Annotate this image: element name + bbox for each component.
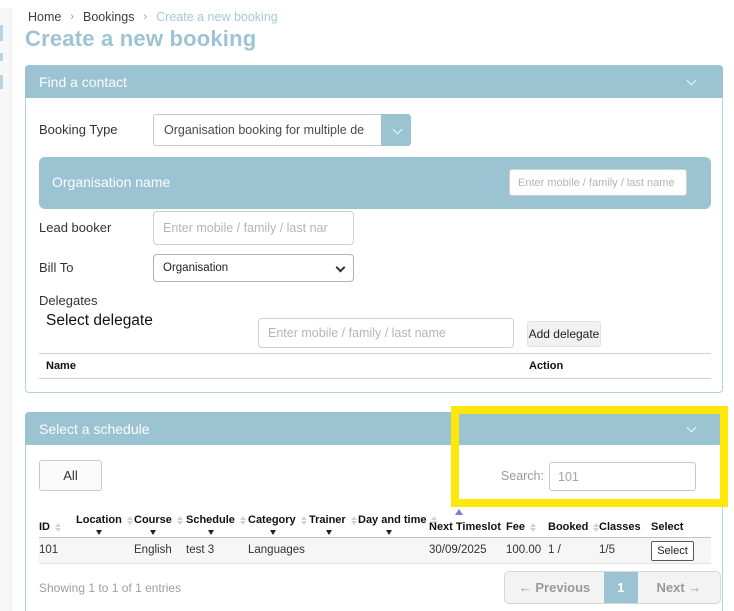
column-label: Day and time xyxy=(358,514,426,526)
divider xyxy=(39,378,711,379)
select-schedule-panel-title: Select a schedule xyxy=(39,421,150,437)
column-label: ID xyxy=(39,521,50,533)
filter-caret-icon[interactable] xyxy=(326,530,332,535)
breadcrumb-current: Create a new booking xyxy=(156,10,278,24)
table-row: 101 English test 3 Languages 30/09/2025 … xyxy=(39,538,711,564)
chevron-down-icon xyxy=(336,263,346,273)
select-schedule-panel: Select a schedule All Search: ID Locatio… xyxy=(25,412,723,611)
column-label: Trainer xyxy=(309,514,346,526)
cell-course: English xyxy=(134,544,172,556)
find-contact-panel-title: Find a contact xyxy=(39,74,127,90)
cell-schedule: test 3 xyxy=(186,544,214,556)
filter-caret-icon[interactable] xyxy=(208,530,214,535)
cell-booked: 1 / xyxy=(548,544,561,556)
select-delegate-input[interactable] xyxy=(258,318,514,348)
booking-type-value[interactable]: Organisation booking for multiple de xyxy=(153,114,381,146)
cell-category: Languages xyxy=(248,544,305,556)
organisation-name-label: Organisation name xyxy=(52,174,170,190)
organisation-search-input[interactable] xyxy=(509,169,687,196)
cell-next-timeslot: 30/09/2025 xyxy=(429,544,487,556)
search-input[interactable] xyxy=(549,462,696,491)
schedule-table-header: ID Location Course Schedule Category xyxy=(26,501,724,537)
find-contact-panel: Find a contact Booking Type Organisation… xyxy=(25,65,723,393)
pagination: ← Previous 1 Next → xyxy=(504,571,721,604)
left-strip-mark xyxy=(0,53,3,61)
sort-icons xyxy=(301,516,307,525)
add-delegate-button[interactable]: Add delegate xyxy=(527,321,601,347)
column-label: Category xyxy=(248,514,296,526)
booking-type-select[interactable]: Organisation booking for multiple de xyxy=(153,114,411,146)
bill-to-label: Bill To xyxy=(39,260,73,275)
lead-booker-label: Lead booker xyxy=(39,220,111,235)
filter-caret-icon[interactable] xyxy=(386,530,392,535)
column-header-category[interactable]: Category xyxy=(248,514,307,535)
delegates-label: Delegates xyxy=(39,293,98,308)
column-header-classes[interactable]: Classes xyxy=(599,521,641,533)
left-strip-mark xyxy=(0,75,3,89)
filter-caret-icon[interactable] xyxy=(150,530,156,535)
chevron-down-icon[interactable] xyxy=(687,76,697,86)
column-header-course[interactable]: Course xyxy=(134,514,183,535)
cell-id: 101 xyxy=(39,544,58,556)
sort-icons xyxy=(177,516,183,525)
chevron-down-icon[interactable] xyxy=(687,423,697,433)
column-header-select: Select xyxy=(651,521,683,533)
breadcrumb: Home › Bookings › Create a new booking xyxy=(28,10,278,24)
cell-classes: 1/5 xyxy=(599,544,615,556)
divider xyxy=(39,353,711,354)
find-contact-panel-header[interactable]: Find a contact xyxy=(25,65,723,98)
column-label: Course xyxy=(134,514,172,526)
column-label: Location xyxy=(76,514,122,526)
column-label: Schedule xyxy=(186,514,235,526)
left-edge-strip xyxy=(0,8,12,611)
column-header-fee[interactable]: Fee xyxy=(506,521,536,533)
breadcrumb-home[interactable]: Home xyxy=(28,10,61,24)
column-header-id[interactable]: ID xyxy=(39,521,61,533)
cell-fee: 100.00 xyxy=(506,544,541,556)
column-label: Fee xyxy=(506,521,525,533)
select-schedule-panel-header[interactable]: Select a schedule xyxy=(25,412,723,445)
pagination-next-button[interactable]: Next → xyxy=(638,572,720,603)
column-header-trainer[interactable]: Trainer xyxy=(309,514,357,535)
bill-to-select[interactable]: Organisation xyxy=(153,254,354,282)
showing-entries-text: Showing 1 to 1 of 1 entries xyxy=(39,581,181,595)
sort-icons xyxy=(55,523,61,532)
sort-icons xyxy=(351,516,357,525)
sort-icons xyxy=(530,523,536,532)
column-label: Booked xyxy=(548,521,588,533)
filter-caret-icon[interactable] xyxy=(270,530,276,535)
sorted-asc-icon xyxy=(455,509,463,515)
column-header-schedule[interactable]: Schedule xyxy=(186,514,246,535)
column-label: Next Timeslot xyxy=(429,521,501,533)
booking-type-label: Booking Type xyxy=(39,122,118,137)
column-header-day-and-time[interactable]: Day and time xyxy=(358,514,437,535)
search-label: Search: xyxy=(474,469,544,483)
pagination-page-1-button[interactable]: 1 xyxy=(604,572,638,603)
left-strip-mark xyxy=(0,25,3,41)
breadcrumb-bookings[interactable]: Bookings xyxy=(83,10,134,24)
booking-type-dropdown-button[interactable] xyxy=(381,114,411,146)
breadcrumb-separator-icon: › xyxy=(70,11,74,23)
chevron-down-icon xyxy=(393,125,403,135)
column-header-booked[interactable]: Booked xyxy=(548,521,599,533)
all-filter-button[interactable]: All xyxy=(39,460,102,491)
lead-booker-input[interactable] xyxy=(153,211,354,245)
pagination-previous-button[interactable]: ← Previous xyxy=(505,572,604,603)
organisation-name-bar: Organisation name xyxy=(39,157,711,209)
bill-to-value: Organisation xyxy=(163,262,228,274)
sort-icons xyxy=(240,516,246,525)
column-label: Select xyxy=(651,521,683,533)
create-booking-page: Home › Bookings › Create a new booking C… xyxy=(0,0,734,611)
delegate-action-column-header: Action xyxy=(529,360,563,372)
delegate-name-column-header: Name xyxy=(46,360,76,372)
select-delegate-label: Select delegate xyxy=(46,312,153,330)
column-label: Classes xyxy=(599,521,641,533)
row-select-button[interactable]: Select xyxy=(651,541,694,561)
breadcrumb-separator-icon: › xyxy=(143,11,147,23)
column-header-location[interactable]: Location xyxy=(76,514,133,535)
sort-icons xyxy=(127,516,133,525)
column-header-next-timeslot[interactable]: Next Timeslot xyxy=(429,521,501,533)
filter-caret-icon[interactable] xyxy=(96,530,102,535)
page-title: Create a new booking xyxy=(25,26,256,52)
